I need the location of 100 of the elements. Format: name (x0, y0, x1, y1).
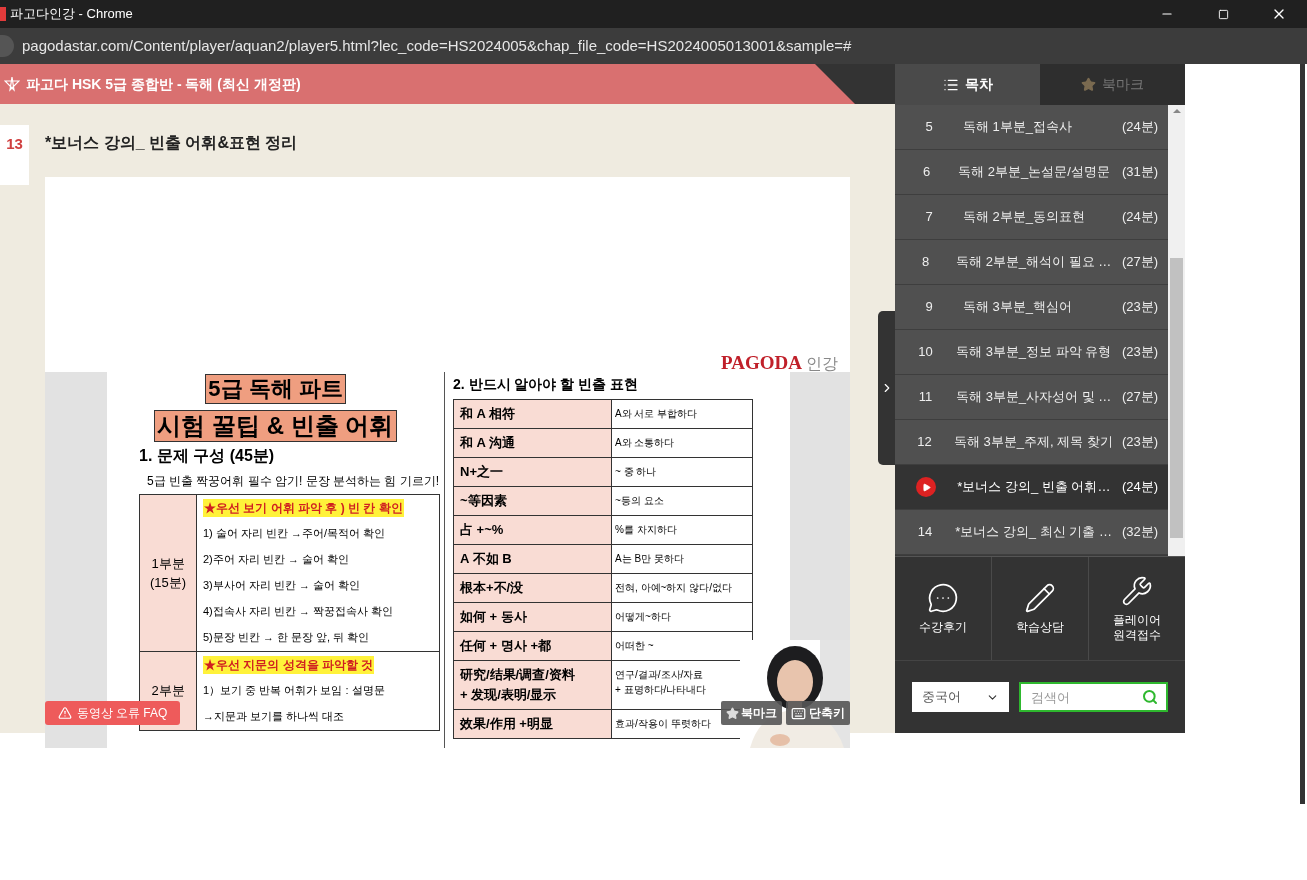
korean-meaning: A와 소통하다 (615, 436, 675, 450)
korean-meaning: A는 B만 못하다 (615, 552, 684, 566)
chinese-cell: ~等因素 (454, 487, 612, 515)
part-label: 2부분 (151, 682, 185, 701)
chapter-title: 독해 3부분_핵심어 (963, 298, 1074, 317)
chapter-title: 독해 3부분_사자성어 및 … (956, 388, 1112, 407)
chapter-title: 독해 3부분_정보 파악 유형 (956, 343, 1112, 362)
chapter-duration: (27분) (1120, 253, 1158, 272)
section-heading: 1. 문제 구성 (45분) (139, 446, 275, 466)
chapter-item[interactable]: 14 *보너스 강의_ 최신 기출 … (32분) (895, 510, 1168, 555)
chapter-number: 8 (921, 253, 930, 272)
action-button[interactable]: 학습상담 (991, 557, 1088, 660)
korean-meaning: ~등의 요소 (615, 494, 664, 508)
part-duration: (15분) (149, 574, 187, 592)
logo-suffix: 인강 (806, 356, 838, 372)
page-scrollbar[interactable] (1300, 64, 1305, 804)
lesson-title: *보너스 강의_ 빈출 어휘&표현 정리 (45, 133, 298, 153)
chapter-number: 9 (925, 298, 933, 317)
chapter-duration: (31분) (1120, 163, 1158, 182)
chapter-title: 독해 2부분_동의표현 (963, 208, 1087, 227)
chapter-duration: (24분) (1120, 208, 1158, 227)
chapter-item[interactable]: 8 독해 2부분_해석이 필요 … (27분) (895, 240, 1168, 285)
chapter-number: 7 (925, 208, 933, 227)
warning-icon (57, 706, 72, 720)
chinese-cell: 研究/结果/调查/资料 + 发现/表明/显示 (454, 661, 612, 709)
scrollbar[interactable] (1168, 105, 1185, 556)
tip-item: 1）보기 중 반복 어휘가 보임 : 설명문 (203, 683, 386, 698)
slide-heading: 5급 독해 파트 (205, 374, 346, 404)
language-select[interactable]: 중국어 (912, 682, 1009, 712)
chapter-number: 6 (922, 163, 931, 182)
play-icon (916, 477, 937, 497)
chapter-title: 독해 3부분_주제, 제목 찾기 (954, 433, 1113, 452)
chapter-item[interactable]: 10 독해 3부분_정보 파악 유형 (23분) (895, 330, 1168, 375)
chapter-duration: (23분) (1120, 433, 1158, 452)
chapter-item[interactable]: *보너스 강의_ 빈출 어휘… (24분) (895, 465, 1168, 510)
action-button[interactable]: 수강후기 (895, 557, 991, 660)
chapter-duration: (24분) (1120, 118, 1158, 137)
chapter-title: 독해 2부분_논설문/설명문 (958, 163, 1110, 182)
korean-meaning: %를 차지하다 (615, 523, 677, 537)
chapter-number: 5 (925, 118, 933, 137)
chat-bubbles-icon (927, 582, 959, 614)
scroll-up-arrow[interactable] (1172, 109, 1181, 113)
chapter-title: *보너스 강의_ 최신 기출 … (955, 523, 1112, 542)
chapter-item[interactable]: 12 독해 3부분_주제, 제목 찾기 (23분) (895, 420, 1168, 465)
pagoda-logo: PAGODA (721, 353, 802, 372)
tip-item: 5)문장 빈칸 → 한 문장 앞, 뒤 확인 (203, 630, 371, 645)
section-subtitle: 5급 빈출 짝꿍어휘 필수 암기! 문장 분석하는 힘 기르기! (147, 473, 439, 490)
chapter-title: 독해 2부분_해석이 필요 … (956, 253, 1112, 272)
maximize-icon (1217, 8, 1229, 20)
chapter-item[interactable]: 6 독해 2부분_논설문/설명문 (31분) (895, 150, 1168, 195)
chapter-item[interactable]: 5 독해 1부분_접속사 (24분) (895, 105, 1168, 150)
window-title: 파고다인강 - Chrome (10, 5, 133, 24)
chapter-duration: (32분) (1120, 523, 1158, 542)
chinese-cell: 效果/作用 +明显 (454, 710, 612, 738)
korean-meaning: 전혀, 아예~하지 않다/없다 (615, 581, 732, 595)
search-field[interactable]: 검색어 (1019, 682, 1168, 712)
chinese-cell: A 不如 B (454, 545, 612, 573)
korean-meaning: 어떠한 ~ (615, 639, 654, 653)
chapter-item[interactable]: 7 독해 2부분_동의표현 (24분) (895, 195, 1168, 240)
chinese-cell: 和 A 沟通 (454, 429, 612, 457)
search-icon[interactable] (1142, 689, 1158, 705)
chapter-number: 11 (918, 388, 933, 407)
pencil-icon (1024, 582, 1056, 614)
bookmark-button[interactable]: 북마크 (721, 701, 782, 725)
chapter-duration: (24분) (1120, 478, 1158, 497)
korean-meaning: 효과/작용이 뚜렷하다 (615, 717, 711, 731)
tip-item: 4)접속사 자리 빈칸 → 짝꿍접속사 확인 (203, 604, 395, 619)
chapter-duration: (23분) (1120, 298, 1158, 317)
chinese-cell: 占 +~% (454, 516, 612, 544)
tip-item: →지문과 보기를 하나씩 대조 (203, 709, 346, 724)
star-icon (726, 706, 739, 720)
chapter-number: 14 (917, 523, 933, 542)
shortcut-button[interactable]: 단축키 (786, 701, 850, 725)
star-icon (1081, 77, 1096, 92)
chinese-cell: 根本+不/没 (454, 574, 612, 602)
chapter-item[interactable]: 11 독해 3부분_사자성어 및 … (27분) (895, 375, 1168, 420)
course-title: 파고다 HSK 5급 종합반 - 독해 (최신 개정판) (26, 74, 301, 94)
tip-item: 3)부사어 자리 빈칸 → 술어 확인 (203, 578, 362, 593)
chapter-number: 10 (918, 343, 933, 362)
sidebar-tab[interactable]: 목차 (895, 64, 1040, 105)
tip-highlight: ★우선 보기 어휘 파악 후 ) 빈 칸 확인 (203, 499, 404, 517)
korean-meaning: A와 서로 부합하다 (615, 407, 698, 421)
scrollbar-thumb[interactable] (1170, 258, 1183, 538)
action-button[interactable]: 플레이어 원격접수 (1088, 557, 1185, 660)
tip-highlight: ★우선 지문의 성격을 파악할 것 (203, 656, 375, 674)
collapse-handle[interactable] (878, 311, 895, 465)
lesson-number: 13 (6, 134, 23, 154)
app-icon (0, 7, 6, 21)
part-label: 1부분 (151, 554, 185, 573)
chapter-item[interactable]: 9 독해 3부분_핵심어 (23분) (895, 285, 1168, 330)
korean-meaning: 어떻게~하다 (615, 610, 671, 624)
url-field[interactable]: pagodastar.com/Content/player/aquan2/player5.html?lec_code=HS2024005&chap_file_code=HS2024005013001&sample=# (22, 34, 852, 58)
chinese-cell: 如何 + 동사 (454, 603, 612, 631)
korean-meaning: ~ 중 하나 (615, 465, 657, 479)
chinese-cell: 任何 + 명사 +都 (454, 632, 612, 660)
site-info-icon[interactable] (0, 35, 14, 57)
keyboard-icon (791, 705, 806, 721)
chapter-title: *보너스 강의_ 빈출 어휘… (957, 478, 1111, 497)
chapter-duration: (23분) (1120, 343, 1158, 362)
chapter-number: 12 (917, 433, 932, 452)
